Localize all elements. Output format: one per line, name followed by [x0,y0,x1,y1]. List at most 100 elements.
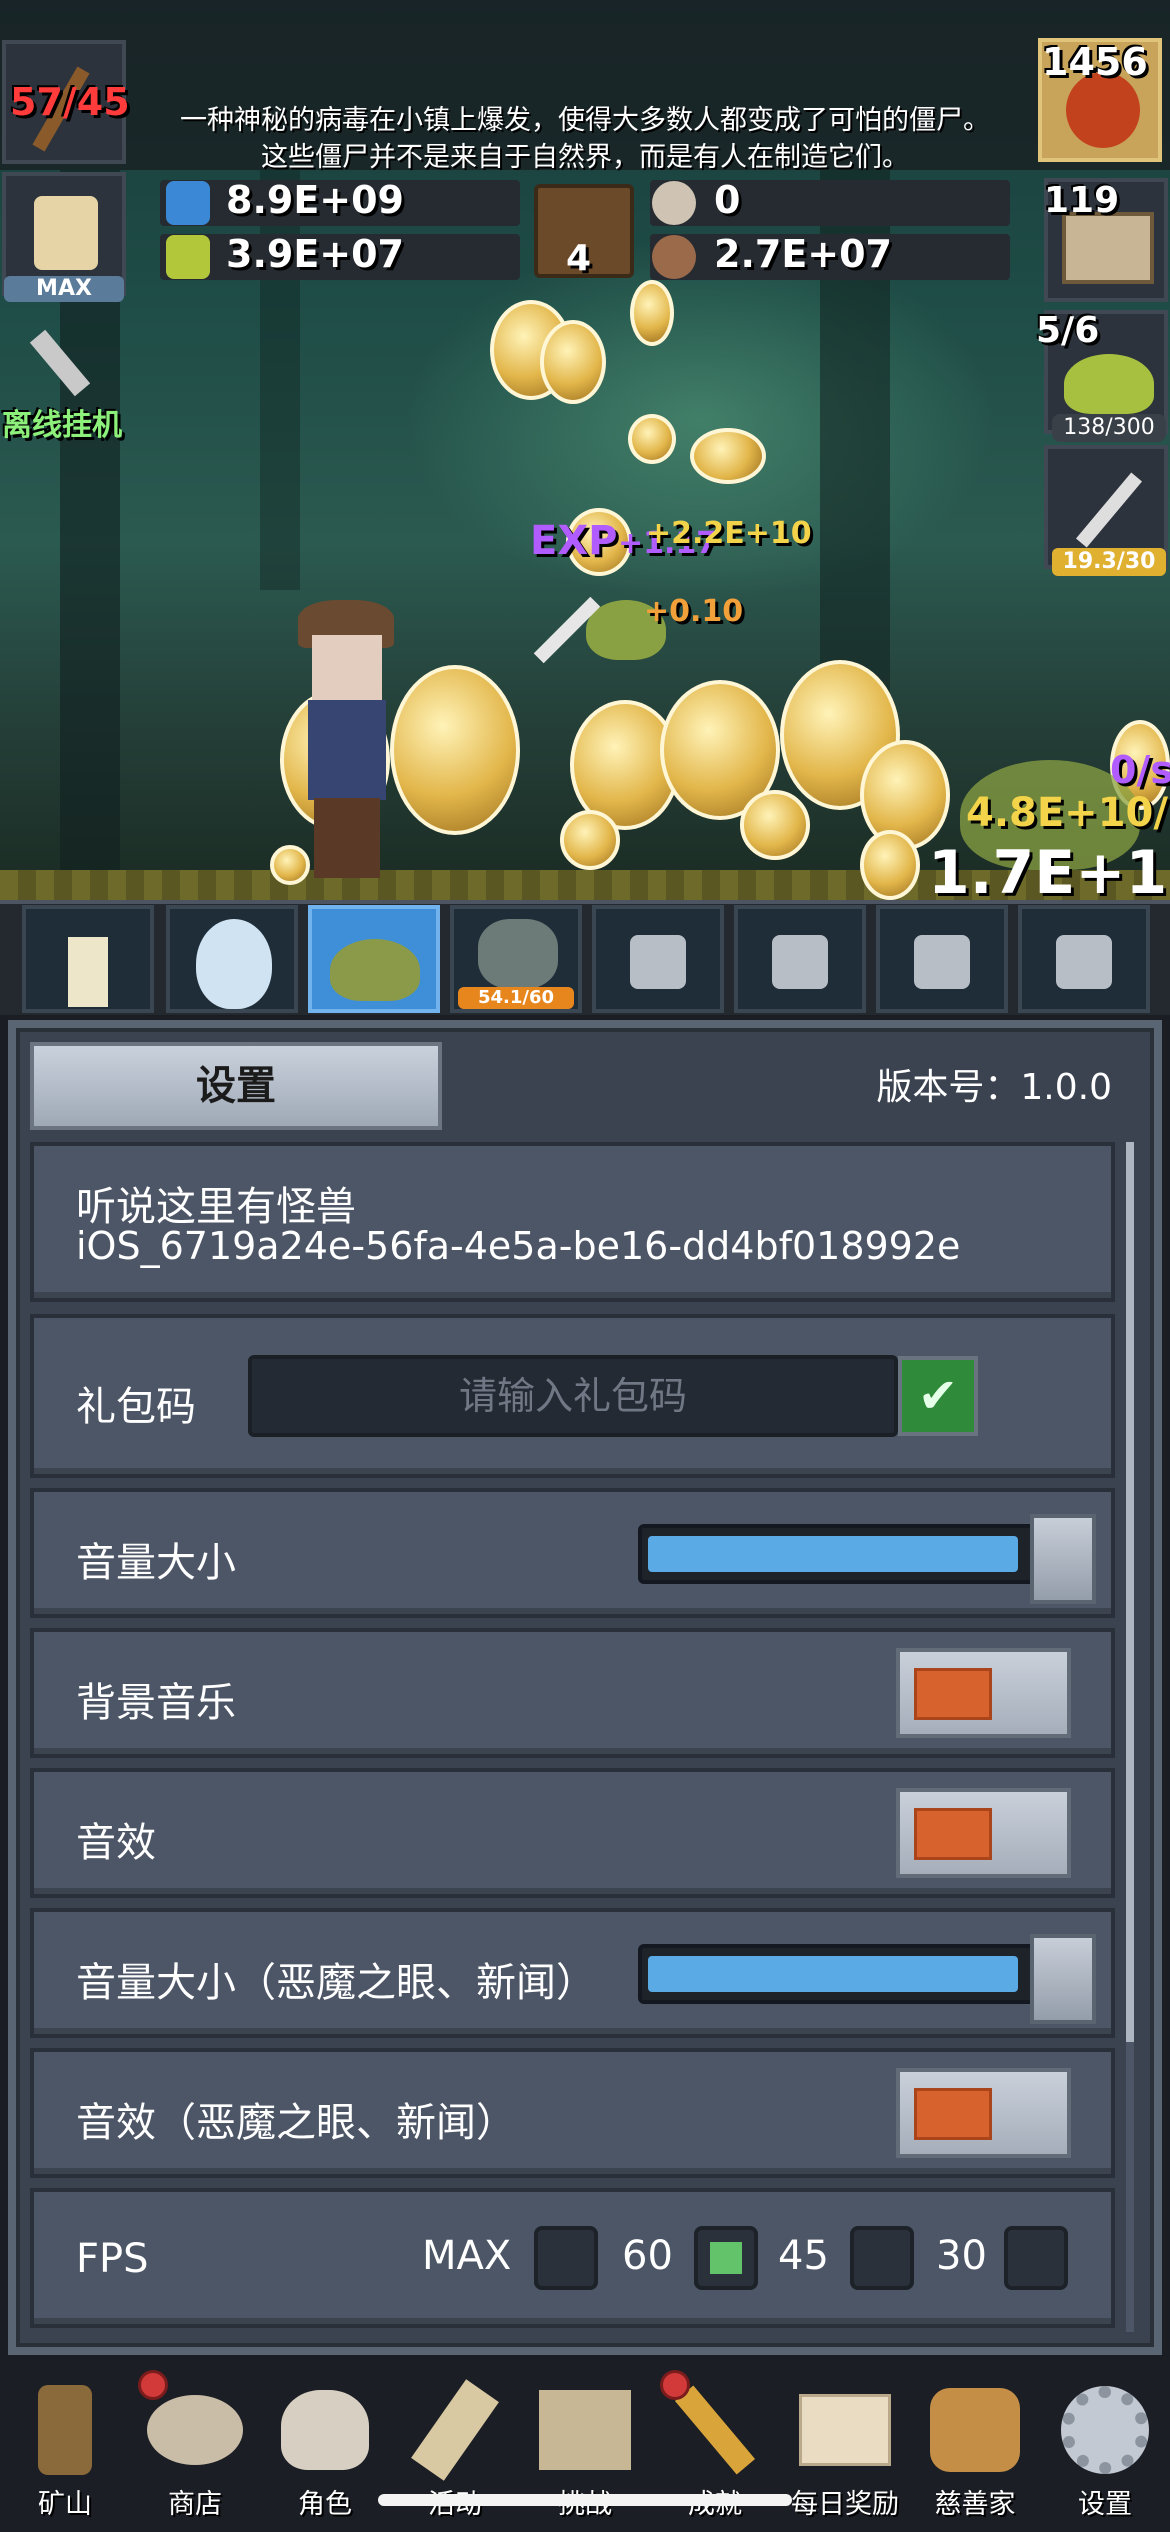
check-icon: ✔ [917,1368,959,1424]
nav-item-mine[interactable]: 矿山 [0,2370,130,2530]
egg-icon [196,919,272,1009]
seed-icon [652,235,696,279]
skull-icon [275,2380,375,2480]
zombie-character-slot[interactable]: 54.1/60 [450,905,582,1013]
resource-yellow-value: 3.9E+07 [226,232,404,276]
fps-option-max[interactable] [534,2226,598,2290]
toggle-knob [914,2088,992,2140]
nav-item-philanthropist[interactable]: 慈善家 [910,2370,1040,2530]
nav-item-character[interactable]: 角色 [260,2370,390,2530]
gear-icon [1055,2380,1155,2480]
green-slime-icon [1064,354,1154,414]
lock-icon [1056,935,1112,989]
offline-idle-label[interactable]: 离线挂机 [2,400,122,444]
nav-item-daily-reward[interactable]: 每日奖励 [780,2370,910,2530]
sword-icon [1075,472,1143,548]
story-line: 一种神秘的病毒在小镇上爆发，使得大多数人都变成了可怕的僵尸。 [180,105,990,136]
scrollbar-thumb[interactable] [1126,1142,1134,2042]
lock-icon [630,935,686,989]
version-label: 版本号：1.0.0 [876,1067,1112,1108]
key-icon[interactable] [29,318,110,398]
volume-fill [648,1536,1018,1572]
game-scene[interactable]: 57/45 MAX 离线挂机 一种神秘的病毒在小镇上爆发，使得大多数人都变成了可… [0,0,1170,905]
lock-icon [772,935,828,989]
notification-badge [660,2370,690,2400]
nav-item-shop[interactable]: 商店 [130,2370,260,2530]
story-line: 这些僵尸并不是来自于自然界，而是有人在制造它们。 [261,142,909,173]
fps-option-60[interactable] [694,2226,758,2290]
account-id: iOS_6719a24e-56fa-4e5a-be16-dd4bf018992e [76,1224,961,1268]
fps-option-max-label: MAX [422,2233,512,2279]
sfx-toggle[interactable] [896,1788,1071,1878]
volume-slider-knob[interactable] [1030,1514,1096,1604]
gift-code-submit-button[interactable]: ✔ [898,1356,978,1436]
chest-count: 119 [1044,180,1120,221]
torch-count: 57/45 [10,80,130,124]
player-character[interactable] [290,590,400,880]
locked-character-slot[interactable] [1018,905,1150,1013]
volume2-slider[interactable] [638,1934,1096,2024]
nav-label: 矿山 [38,2489,92,2520]
fps-label: FPS [76,2236,149,2282]
shell-icon [652,181,696,225]
gold-coin [740,790,810,860]
slime-progress-bar: 138/300 [1052,414,1166,442]
nav-label: 角色 [298,2489,352,2520]
gift-code-field[interactable] [252,1359,894,1433]
potion-count: 1456 [1042,40,1148,84]
candle-icon [68,937,108,1007]
zombie-hp-bar: 54.1/60 [458,987,574,1009]
gold-coin [390,665,520,835]
chest-icon [1062,212,1154,284]
gold-coin [630,280,674,346]
slime-icon [330,939,420,1001]
rate-top: 0/s [1110,748,1170,792]
resource-blue-value: 8.9E+09 [226,178,404,222]
fps-option-30[interactable] [1004,2226,1068,2290]
resource-shell-value: 0 [714,178,741,222]
resource-seed-value: 2.7E+07 [714,232,892,276]
volume2-label: 音量大小（恶魔之眼、新闻） [76,1960,596,2006]
fps-option-30-label: 30 [936,2233,987,2279]
sfx2-label: 音效（恶魔之眼、新闻） [76,2100,516,2146]
gold-coin [860,830,920,900]
locked-character-slot[interactable] [876,905,1008,1013]
gold-coin [628,414,676,464]
toggle-knob [914,1668,992,1720]
slime-progress: 5/6 [1036,310,1100,351]
slime-character-slot[interactable] [308,905,440,1013]
gold-coin [540,320,606,404]
resource-row [650,180,1010,226]
sfx-label: 音效 [76,1820,156,1866]
sfx2-toggle[interactable] [896,2068,1071,2158]
notification-badge [138,2370,168,2400]
scroll-icon [405,2379,505,2481]
volume2-slider-knob[interactable] [1030,1934,1096,2024]
fps-option-45-label: 45 [778,2233,829,2279]
blue-potion-icon [166,181,210,225]
gold-rate: 4.8E+10/s [966,790,1170,836]
gold-coin [560,810,620,870]
gold-coin [690,428,766,484]
home-indicator[interactable] [378,2494,792,2506]
story-text: 一种神秘的病毒在小镇上爆发，使得大多数人都变成了可怕的僵尸。 这些僵尸并不是来自… [130,102,1040,176]
locked-character-slot[interactable] [734,905,866,1013]
bgm-toggle[interactable] [896,1648,1071,1738]
lock-icon [914,935,970,989]
nav-label: 慈善家 [934,2489,1016,2520]
nav-item-challenge[interactable]: 挑战 [520,2370,650,2530]
egg-character-slot[interactable] [166,905,298,1013]
locked-character-slot[interactable] [592,905,724,1013]
fps-option-45[interactable] [850,2226,914,2290]
bgm-label: 背景音乐 [76,1680,236,1726]
settings-tab[interactable]: 设置 [30,1042,442,1130]
fps-option-60-label: 60 [622,2233,673,2279]
nav-item-achievement[interactable]: 成就 [650,2370,780,2530]
candle-character-slot[interactable] [22,905,154,1013]
nav-item-settings[interactable]: 设置 [1040,2370,1170,2530]
nav-item-event[interactable]: 活动 [390,2370,520,2530]
toggle-knob [914,1808,992,1860]
volume-slider[interactable] [638,1514,1096,1604]
gift-code-input[interactable] [248,1355,898,1437]
beer-max-badge: MAX [4,276,124,302]
